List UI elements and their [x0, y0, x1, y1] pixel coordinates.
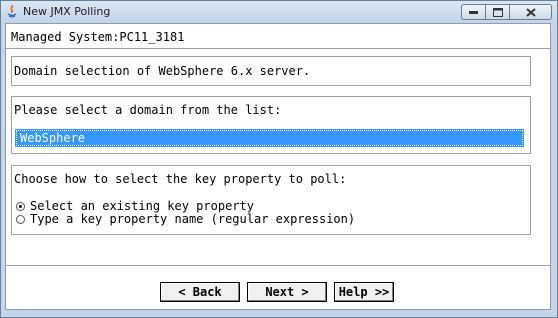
title-bar[interactable]: New JMX Polling	[1, 1, 557, 23]
domain-list-item-label: WebSphere	[20, 131, 86, 145]
close-button[interactable]	[509, 4, 552, 20]
radio-button-existing[interactable]	[16, 201, 25, 211]
domain-list-panel: Please select a domain from the list: We…	[11, 96, 531, 154]
minimize-icon	[469, 10, 478, 14]
jmx-polling-window: New JMX Polling Managed System:PC11_3181…	[0, 0, 558, 318]
radio-label-existing: Select an existing key property	[30, 199, 254, 213]
header-divider	[6, 48, 550, 50]
help-button[interactable]: Help >>	[334, 282, 394, 302]
minimize-button[interactable]	[461, 4, 486, 20]
footer-divider	[6, 265, 550, 267]
window-title: New JMX Polling	[23, 5, 111, 18]
domain-selection-panel: Domain selection of WebSphere 6.x server…	[11, 56, 531, 86]
radio-label-regex: Type a key property name (regular expres…	[30, 212, 356, 226]
managed-system-label: Managed System:PC11_3181	[11, 30, 185, 44]
radio-option-regex[interactable]: Type a key property name (regular expres…	[16, 212, 355, 226]
key-property-panel: Choose how to select the key property to…	[11, 165, 531, 235]
domain-selection-text: Domain selection of WebSphere 6.x server…	[14, 64, 311, 78]
app-icon	[7, 4, 17, 18]
maximize-icon	[492, 7, 503, 17]
dialog-content: Managed System:PC11_3181 Domain selectio…	[5, 23, 551, 310]
radio-button-regex[interactable]	[16, 214, 25, 224]
key-property-prompt: Choose how to select the key property to…	[14, 172, 347, 186]
radio-option-existing[interactable]: Select an existing key property	[16, 199, 254, 213]
domain-list-prompt: Please select a domain from the list:	[14, 103, 282, 117]
next-button[interactable]: Next >	[247, 282, 327, 302]
close-icon	[525, 7, 536, 17]
window-controls	[461, 4, 552, 20]
back-button[interactable]: < Back	[160, 282, 240, 302]
domain-list-item[interactable]: WebSphere	[15, 129, 524, 147]
maximize-button[interactable]	[485, 4, 510, 20]
